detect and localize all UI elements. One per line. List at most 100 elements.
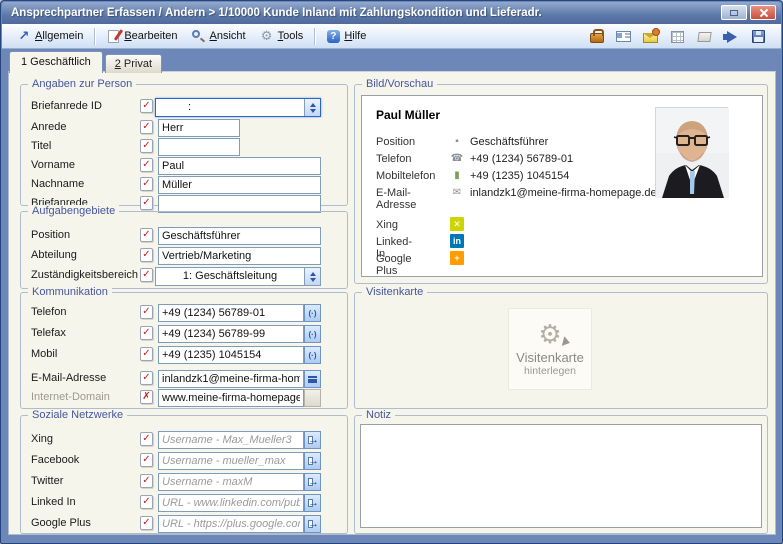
dial-icon: (·) [309,330,317,339]
field-label: Internet-Domain [31,391,110,403]
open-link-button[interactable]: → [304,515,321,533]
note-icon[interactable] [696,29,713,45]
email-menu-button[interactable] [304,370,321,388]
twitter-input[interactable] [158,473,304,491]
menu-allgemein[interactable]: ↗ Allgemein [10,27,90,45]
mail-user-icon[interactable] [642,29,659,45]
briefcase-icon[interactable] [588,29,605,45]
group-title: Notiz [362,409,395,421]
open-link-button[interactable]: → [304,431,321,449]
open-link-button[interactable]: → [304,452,321,470]
modified-check-icon[interactable]: ✓ [140,139,153,153]
vorname-input[interactable] [158,157,321,175]
table-search-icon[interactable] [669,29,686,45]
anrede-input[interactable] [158,119,240,137]
group-kommunikation: Kommunikation Telefon ✓ (·) Telefax ✓ (·… [20,292,348,409]
contact-preview-card: Paul Müller Position ▪ Geschäftsführer T… [361,95,763,277]
tab-strip: 1 Geschäftlich 2 Privat [9,51,162,73]
preview-value: +49 (1234) 56789-01 [470,153,573,165]
modified-cross-icon[interactable]: ✗ [140,390,153,404]
dial-button[interactable]: (·) [304,346,321,364]
modified-check-icon[interactable]: ✓ [140,177,153,191]
abteilung-input[interactable] [158,247,321,265]
dialog-window: Ansprechpartner Erfassen / Ändern > 1/10… [0,0,783,544]
forward-arrow-icon[interactable] [723,29,740,45]
mobil-input[interactable] [158,346,304,364]
business-card-icon[interactable] [615,29,632,45]
telefon-input[interactable] [158,304,304,322]
tab-privat[interactable]: 2 Privat [105,54,162,73]
menu-hilfe[interactable]: ? Hilfe [319,27,373,45]
group-angaben-zur-person: Angaben zur Person Briefanrede ID ✓ : An… [20,84,348,206]
preview-label: E-Mail-Adresse [376,187,416,211]
modified-check-icon[interactable]: ✓ [140,326,153,340]
dropdown-value: 1: Geschäftsleitung [156,268,304,285]
menu-bar: ↗ Allgemein Bearbeiten Ansicht ⚙ Tools ?… [2,24,781,49]
xing-input[interactable] [158,431,304,449]
modified-check-icon[interactable]: ✓ [140,495,153,509]
close-button[interactable] [750,5,776,20]
telefax-input[interactable] [158,325,304,343]
menu-bearbeiten[interactable]: Bearbeiten [99,27,184,45]
visitenkarte-placeholder-line2: hinterlegen [524,365,576,377]
field-label: Anrede [31,121,66,133]
modified-check-icon[interactable]: ✓ [140,453,153,467]
menu-ansicht[interactable]: Ansicht [185,27,253,45]
open-link-button[interactable]: → [304,494,321,512]
mobile-phone-icon: ▮ [450,170,464,181]
tab-page: Angaben zur Person Briefanrede ID ✓ : An… [8,71,776,535]
modified-check-icon[interactable]: ✓ [140,248,153,262]
visitenkarte-upload-placeholder[interactable]: ⚙ Visitenkarte hinterlegen [509,309,591,389]
facebook-input[interactable] [158,452,304,470]
briefanrede-id-dropdown[interactable]: : [155,98,321,117]
save-icon[interactable] [750,29,767,45]
titel-input[interactable] [158,138,240,156]
restore-icon [730,10,738,16]
internet-domain-input[interactable] [158,389,304,407]
modified-check-icon[interactable]: ✓ [140,158,153,172]
modified-check-icon[interactable]: ✓ [140,347,153,361]
open-link-icon: → [308,476,319,488]
modified-check-icon[interactable]: ✓ [140,268,153,282]
linkedin-logo-icon: in [450,234,464,248]
googleplus-input[interactable] [158,515,304,533]
field-label: Titel [31,140,51,152]
field-label: Linked In [31,496,76,508]
field-label: Xing [31,433,53,445]
preview-value: inlandzk1@meine-firma-homepage.de [470,187,657,199]
notiz-textarea[interactable] [360,424,762,528]
linkedin-input[interactable] [158,494,304,512]
modified-check-icon[interactable]: ✓ [140,99,153,113]
modified-check-icon[interactable]: ✓ [140,120,153,134]
visitenkarte-placeholder-line1: Visitenkarte [516,350,584,365]
modified-check-icon[interactable]: ✓ [140,305,153,319]
modified-check-icon[interactable]: ✓ [140,474,153,488]
modified-check-icon[interactable]: ✓ [140,371,153,385]
open-link-button[interactable]: → [304,473,321,491]
spinner-button[interactable] [304,268,320,285]
field-label: Twitter [31,475,63,487]
gear-action-icon: ⚙ [538,321,561,347]
restore-button[interactable] [721,5,747,20]
tab-geschaeftlich[interactable]: 1 Geschäftlich [9,51,103,73]
group-title: Aufgabengebiete [28,205,119,217]
edit-icon [106,29,120,43]
modified-check-icon[interactable]: ✓ [140,228,153,242]
modified-check-icon[interactable]: ✓ [140,516,153,530]
preview-value: Geschäftsführer [470,136,548,148]
nachname-input[interactable] [158,176,321,194]
modified-check-icon[interactable]: ✓ [140,196,153,210]
modified-check-icon[interactable]: ✓ [140,432,153,446]
dial-button[interactable]: (·) [304,325,321,343]
window-title: Ansprechpartner Erfassen / Ändern > 1/10… [2,7,542,19]
position-input[interactable] [158,227,321,245]
zustaendigkeitsbereich-dropdown[interactable]: 1: Geschäftsleitung [155,267,321,286]
group-bild-vorschau: Bild/Vorschau Paul Müller Position ▪ Ges… [354,84,768,284]
dial-button[interactable]: (·) [304,304,321,322]
gear-icon: ⚙ [260,29,274,43]
open-link-icon: → [308,497,319,509]
spinner-button[interactable] [304,99,320,116]
group-notiz: Notiz [354,415,768,534]
menu-tools[interactable]: ⚙ Tools [253,27,311,45]
email-input[interactable] [158,370,304,388]
